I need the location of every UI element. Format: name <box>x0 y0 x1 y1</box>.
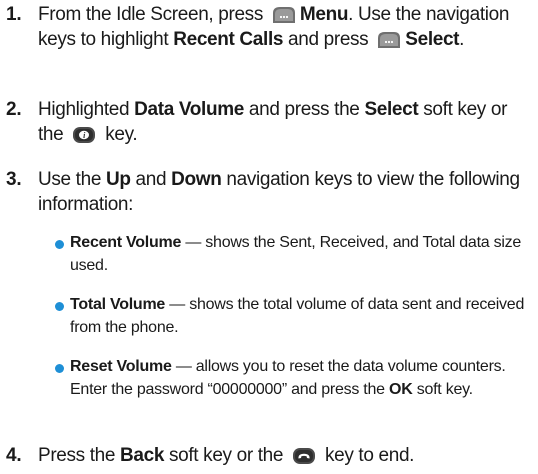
step-number: 2. <box>6 99 22 120</box>
text-run: soft key or the <box>169 445 284 466</box>
bullet-text: Reset Volume — allows you to reset the d… <box>70 355 530 401</box>
bold-term: Down <box>171 169 222 190</box>
bullet-dot <box>55 240 64 249</box>
bullet-title: Total Volume <box>70 296 166 313</box>
text-run: Use the <box>38 169 102 190</box>
bold-term: Select <box>364 99 419 120</box>
step-text: Highlighted Data Volume and press the Se… <box>38 97 528 147</box>
text-run: and press the <box>248 99 360 120</box>
bullet-title: Reset Volume <box>70 358 172 375</box>
bullet-dot <box>55 302 64 311</box>
end-key-icon <box>292 447 316 465</box>
bullet-text: Recent Volume — shows the Sent, Received… <box>70 231 530 277</box>
menu-softkey-icon <box>377 31 401 49</box>
menu-softkey-icon <box>272 6 296 24</box>
text-run: . <box>459 29 465 50</box>
text-run: key to end. <box>324 445 415 466</box>
bold-term: Recent Calls <box>173 29 284 50</box>
bold-term: Back <box>120 445 165 466</box>
bold-term: Select <box>405 29 460 50</box>
text-run: Highlighted <box>38 99 130 120</box>
bullet-title: Recent Volume <box>70 234 182 251</box>
instruction-page: 1. From the Idle Screen, press Menu. Use… <box>0 0 538 474</box>
step-number: 1. <box>6 4 22 25</box>
text-run: and <box>135 169 167 190</box>
step-text: Press the Back soft key or the key to en… <box>38 443 528 468</box>
info-key-icon: i <box>72 126 96 144</box>
step-number: 3. <box>6 169 22 190</box>
step-number: 4. <box>6 445 22 466</box>
bold-term: OK <box>389 381 413 398</box>
step-text: Use the Up and Down navigation keys to v… <box>38 167 528 217</box>
bullet-description: soft key. <box>416 381 473 398</box>
bold-term: Menu <box>299 4 349 25</box>
step-text: From the Idle Screen, press Menu. Use th… <box>38 2 528 52</box>
bold-term: Data Volume <box>134 99 244 120</box>
bold-term: Up <box>105 169 131 190</box>
text-run: From the Idle Screen, press <box>38 4 263 25</box>
text-run: Press the <box>38 445 116 466</box>
text-run: and press <box>288 29 369 50</box>
bullet-text: Total Volume — shows the total volume of… <box>70 293 530 339</box>
text-run: key. <box>105 124 138 145</box>
bullet-dot <box>55 364 64 373</box>
